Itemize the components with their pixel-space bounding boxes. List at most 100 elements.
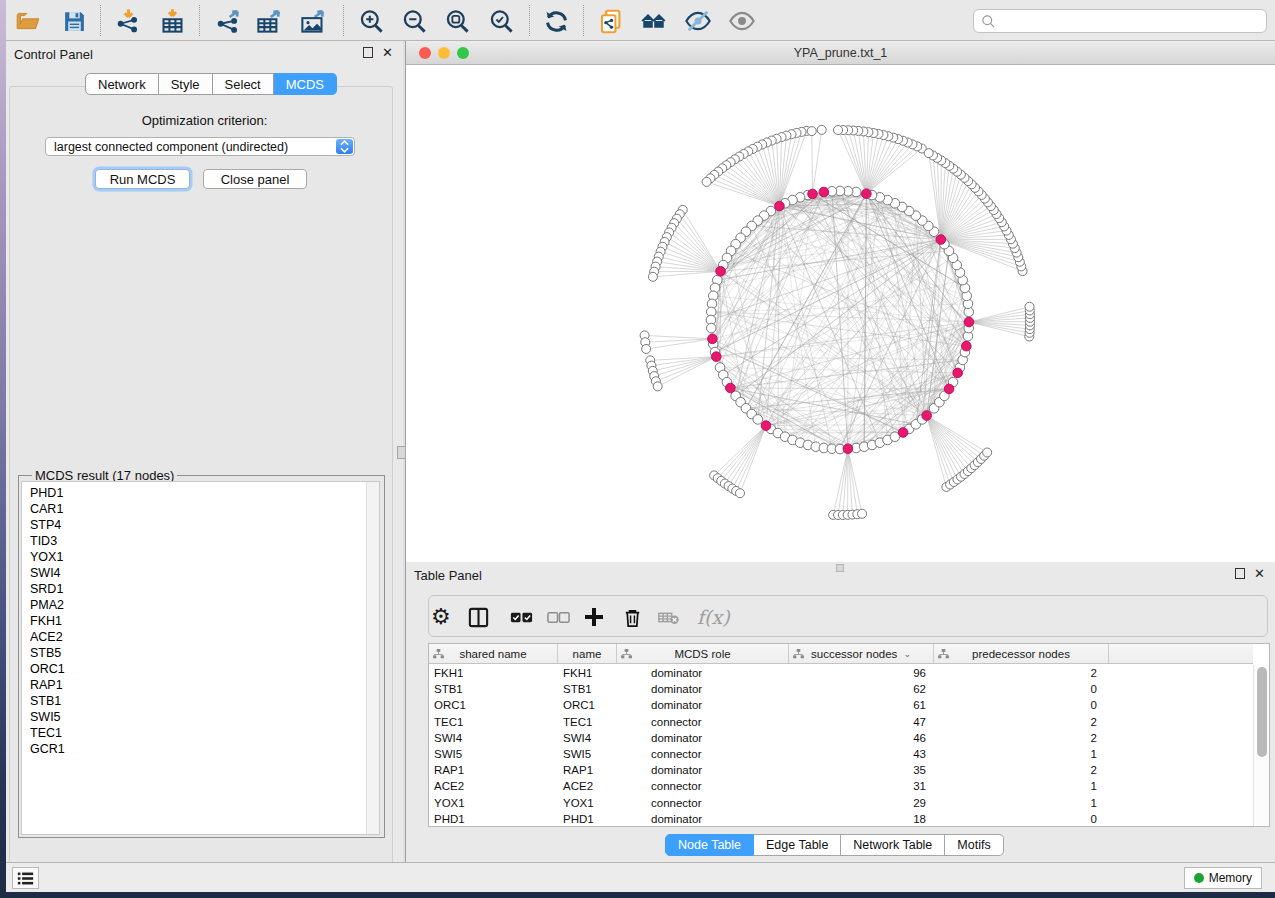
cell-shared-name[interactable]: FKH1 xyxy=(429,667,558,679)
cell-shared-name[interactable]: ACE2 xyxy=(429,780,558,792)
cell-predecessor-nodes[interactable]: 2 xyxy=(934,732,1109,744)
cell-predecessor-nodes[interactable]: 2 xyxy=(934,764,1109,776)
memory-button[interactable]: Memory xyxy=(1184,867,1262,889)
export-network-icon[interactable] xyxy=(214,7,242,35)
zoom-in-icon[interactable] xyxy=(357,7,385,35)
cell-MCDS-role[interactable]: dominator xyxy=(617,732,789,744)
cell-shared-name[interactable]: TEC1 xyxy=(429,716,558,728)
refresh-icon[interactable] xyxy=(542,7,570,35)
cell-successor-nodes[interactable]: 96 xyxy=(789,667,934,679)
cell-shared-name[interactable]: STB1 xyxy=(429,683,558,695)
column-header-shared-name[interactable]: shared name xyxy=(429,644,558,663)
cell-shared-name[interactable]: SWI4 xyxy=(429,732,558,744)
cell-predecessor-nodes[interactable]: 2 xyxy=(934,667,1109,679)
cell-name[interactable]: YOX1 xyxy=(558,797,617,809)
table-row[interactable]: TEC1TEC1connector472 xyxy=(429,714,1253,730)
mcds-result-item[interactable]: STB5 xyxy=(22,645,379,661)
table-row[interactable]: FKH1FKH1dominator962 xyxy=(429,665,1253,681)
cell-name[interactable]: ORC1 xyxy=(558,699,617,711)
optimization-dropdown[interactable]: largest connected component (undirected) xyxy=(45,137,355,156)
cell-predecessor-nodes[interactable]: 1 xyxy=(934,780,1109,792)
deselect-all-icon[interactable] xyxy=(546,604,571,630)
column-header-MCDS-role[interactable]: MCDS role xyxy=(617,644,789,663)
save-icon[interactable] xyxy=(60,7,88,35)
mcds-result-item[interactable]: ORC1 xyxy=(22,661,379,677)
table-row[interactable]: YOX1YOX1connector291 xyxy=(429,795,1253,811)
cell-MCDS-role[interactable]: dominator xyxy=(617,764,789,776)
tab-node-table[interactable]: Node Table xyxy=(665,834,754,856)
cell-name[interactable]: SWI4 xyxy=(558,732,617,744)
horizontal-splitter-grip[interactable] xyxy=(836,564,844,572)
cell-predecessor-nodes[interactable]: 0 xyxy=(934,683,1109,695)
tab-network[interactable]: Network xyxy=(85,73,159,95)
add-column-icon[interactable] xyxy=(582,604,606,630)
cell-successor-nodes[interactable]: 29 xyxy=(789,797,934,809)
cell-name[interactable]: FKH1 xyxy=(558,667,617,679)
mcds-result-item[interactable]: FKH1 xyxy=(22,613,379,629)
mcds-result-item[interactable]: GCR1 xyxy=(22,741,379,757)
cell-successor-nodes[interactable]: 46 xyxy=(789,732,934,744)
export-table-icon[interactable] xyxy=(254,7,282,35)
search-input[interactable] xyxy=(973,9,1267,33)
close-table-panel-icon[interactable]: ✕ xyxy=(1254,568,1265,579)
cell-MCDS-role[interactable]: connector xyxy=(617,780,789,792)
column-header-successor-nodes[interactable]: successor nodes ⌄ xyxy=(789,644,934,663)
table-settings-icon[interactable]: ⚙ xyxy=(431,604,451,630)
cell-predecessor-nodes[interactable]: 2 xyxy=(934,716,1109,728)
cell-MCDS-role[interactable]: connector xyxy=(617,748,789,760)
show-all-icon[interactable] xyxy=(728,7,756,35)
tab-style[interactable]: Style xyxy=(159,73,213,95)
cell-predecessor-nodes[interactable]: 1 xyxy=(934,797,1109,809)
cell-successor-nodes[interactable]: 47 xyxy=(789,716,934,728)
cell-name[interactable]: SWI5 xyxy=(558,748,617,760)
cell-successor-nodes[interactable]: 18 xyxy=(789,813,934,825)
network-graph-canvas[interactable] xyxy=(406,65,1275,562)
tab-mcds[interactable]: MCDS xyxy=(274,73,337,95)
mcds-result-item[interactable]: PMA2 xyxy=(22,597,379,613)
cell-shared-name[interactable]: SWI5 xyxy=(429,748,558,760)
delete-table-icon[interactable] xyxy=(657,604,681,630)
table-row[interactable]: RAP1RAP1dominator352 xyxy=(429,762,1253,778)
cell-name[interactable]: TEC1 xyxy=(558,716,617,728)
cell-shared-name[interactable]: ORC1 xyxy=(429,699,558,711)
close-panel-button[interactable]: Close panel xyxy=(203,169,307,189)
hide-selected-icon[interactable] xyxy=(684,7,712,35)
table-row[interactable]: SWI5SWI5connector431 xyxy=(429,746,1253,762)
cell-successor-nodes[interactable]: 35 xyxy=(789,764,934,776)
cell-shared-name[interactable]: PHD1 xyxy=(429,813,558,825)
tab-select[interactable]: Select xyxy=(213,73,274,95)
close-panel-icon[interactable]: ✕ xyxy=(382,47,393,58)
cell-name[interactable]: PHD1 xyxy=(558,813,617,825)
cell-successor-nodes[interactable]: 62 xyxy=(789,683,934,695)
import-table-icon[interactable] xyxy=(158,7,186,35)
table-row[interactable]: SWI4SWI4dominator462 xyxy=(429,730,1253,746)
export-image-icon[interactable] xyxy=(298,7,326,35)
cell-successor-nodes[interactable]: 61 xyxy=(789,699,934,711)
run-mcds-button[interactable]: Run MCDS xyxy=(95,169,190,189)
mcds-result-item[interactable]: RAP1 xyxy=(22,677,379,693)
copy-network-icon[interactable] xyxy=(597,7,625,35)
mcds-result-item[interactable]: STB1 xyxy=(22,693,379,709)
cell-MCDS-role[interactable]: dominator xyxy=(617,667,789,679)
open-file-icon[interactable] xyxy=(14,7,42,35)
mcds-result-item[interactable]: PHD1 xyxy=(22,485,379,501)
vertical-splitter-grip[interactable] xyxy=(397,446,406,459)
zoom-out-icon[interactable] xyxy=(400,7,428,35)
cell-MCDS-role[interactable]: dominator xyxy=(617,699,789,711)
table-row[interactable]: ACE2ACE2connector311 xyxy=(429,778,1253,794)
zoom-selected-icon[interactable] xyxy=(487,7,515,35)
cell-MCDS-role[interactable]: connector xyxy=(617,797,789,809)
float-panel-icon[interactable] xyxy=(363,47,373,58)
cell-name[interactable]: STB1 xyxy=(558,683,617,695)
cell-name[interactable]: RAP1 xyxy=(558,764,617,776)
delete-column-icon[interactable] xyxy=(621,604,644,630)
cell-successor-nodes[interactable]: 43 xyxy=(789,748,934,760)
mcds-result-item[interactable]: SWI4 xyxy=(22,565,379,581)
tab-network-table[interactable]: Network Table xyxy=(841,834,945,856)
mcds-result-item[interactable]: STP4 xyxy=(22,517,379,533)
first-neighbors-icon[interactable] xyxy=(640,7,668,35)
cell-name[interactable]: ACE2 xyxy=(558,780,617,792)
mcds-result-item[interactable]: CAR1 xyxy=(22,501,379,517)
zoom-fit-icon[interactable] xyxy=(443,7,471,35)
cell-predecessor-nodes[interactable]: 0 xyxy=(934,813,1109,825)
